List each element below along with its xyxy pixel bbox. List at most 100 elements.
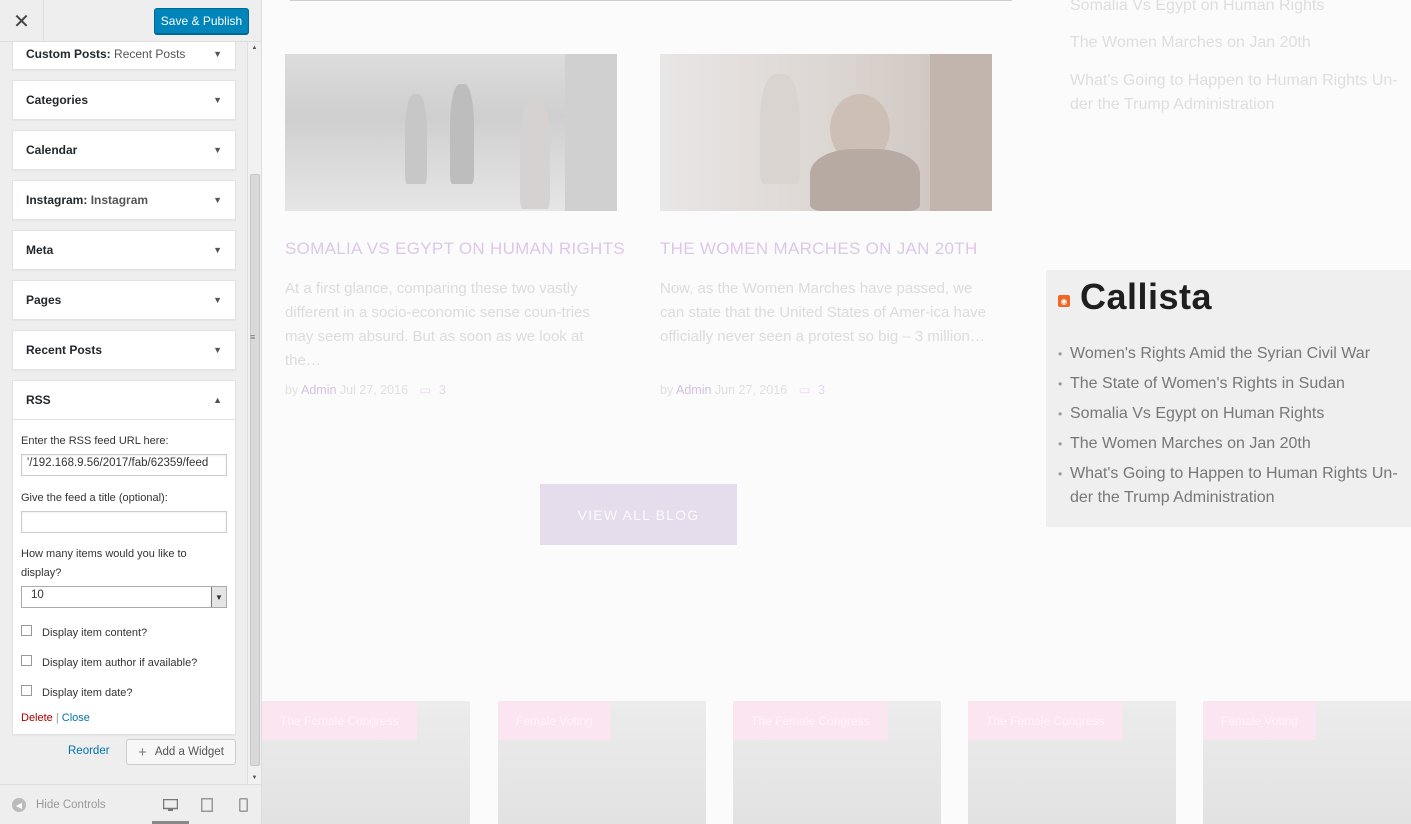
widget-pages[interactable]: Pages ▼ <box>12 280 236 320</box>
dropdown-arrow-icon[interactable]: ▼ <box>211 587 226 607</box>
post-date: Jul 27, 2016 <box>339 383 409 397</box>
customizer-footer: ◀ Hide Controls <box>0 784 261 824</box>
expand-arrow-icon[interactable]: ▼ <box>213 49 222 59</box>
widget-list[interactable]: Custom Posts: Recent Posts ▼ Categories ▼… <box>0 42 247 784</box>
post-date: Jun 27, 2016 <box>714 383 788 397</box>
scroll-up-arrow-icon[interactable]: ▲ <box>248 42 261 54</box>
link-separator: | <box>55 712 59 724</box>
customizer-header: ✕ Save & Publish <box>0 0 261 42</box>
rss-feed-item: • Somalia Vs Egypt on Human Rights <box>1058 405 1325 422</box>
collapse-arrow-icon: ◀ <box>12 798 26 812</box>
rss-feed-item: • What's Going to Happen to Human Rights … <box>1058 465 1398 506</box>
widget-action-links: Delete | Close <box>21 712 227 724</box>
expand-arrow-icon[interactable]: ▼ <box>213 295 222 305</box>
widget-recent-posts[interactable]: Recent Posts ▼ <box>12 330 236 370</box>
post-title[interactable]: Somalia Vs Egypt on Human Rights <box>285 239 625 259</box>
expand-arrow-icon[interactable]: ▼ <box>213 95 222 105</box>
display-author-label: Display item author if available? <box>42 657 198 669</box>
expand-arrow-icon[interactable]: ▼ <box>213 245 222 255</box>
feed-title-label: Give the feed a title (optional): <box>21 492 168 504</box>
post-image-women-marches[interactable] <box>660 54 992 211</box>
expand-arrow-icon[interactable]: ▼ <box>213 345 222 355</box>
rss-url-label: Enter the RSS feed URL here: <box>21 435 169 447</box>
widget-title: RSS <box>26 393 51 407</box>
post-excerpt: Now, as the Women Marches have passed, w… <box>660 280 987 345</box>
scrollbar-grip-icon: ≡ <box>250 332 256 342</box>
customizer-sidebar: ✕ Save & Publish Custom Posts: Recent Po… <box>0 0 262 824</box>
gallery-tag: The Female Congress <box>968 701 1123 740</box>
display-author-row[interactable]: Display item author if available? <box>21 648 227 678</box>
recent-post-link[interactable]: The Women Marches on Jan 20th <box>1070 31 1405 55</box>
display-author-checkbox[interactable] <box>21 654 32 666</box>
comment-icon: ▭ <box>798 383 811 397</box>
desktop-preview-icon[interactable] <box>162 797 178 813</box>
widget-title: Recent Posts <box>26 343 103 357</box>
items-count-select[interactable]: 10 ▼ <box>21 586 227 608</box>
gallery-item[interactable]: The Female Congress <box>733 701 941 824</box>
gallery-item[interactable]: The Female Congress <box>262 701 470 824</box>
gallery-tag: Female Voting <box>1203 701 1316 740</box>
comment-icon: ▭ <box>419 383 432 397</box>
rss-feed-item: • The Women Marches on Jan 20th <box>1058 435 1311 452</box>
widget-title: Calendar <box>26 143 78 157</box>
gallery-item[interactable]: The Female Congress <box>968 701 1176 824</box>
display-content-checkbox[interactable] <box>21 624 32 636</box>
feed-title-input[interactable] <box>21 511 227 533</box>
rss-url-input[interactable]: '/192.168.9.56/2017/fab/62359/feed <box>21 454 227 476</box>
expand-arrow-icon[interactable]: ▼ <box>213 195 222 205</box>
save-publish-button[interactable]: Save & Publish <box>154 8 249 34</box>
display-date-checkbox[interactable] <box>21 684 32 696</box>
site-preview[interactable]: Somalia Vs Egypt on Human Rights The Wom… <box>262 0 1411 824</box>
hide-controls-button[interactable]: ◀ Hide Controls <box>12 798 106 812</box>
post-meta: by Admin Jun 27, 2016 ▭ 3 <box>660 383 825 397</box>
widget-title: Meta <box>26 243 54 257</box>
mobile-preview-icon[interactable] <box>235 797 251 813</box>
comment-count[interactable]: 3 <box>439 383 446 397</box>
comment-count[interactable]: 3 <box>818 383 825 397</box>
post-title[interactable]: The Women Marches on Jan 20th <box>660 239 978 259</box>
widget-title: Pages <box>26 293 62 307</box>
collapse-arrow-icon[interactable]: ▲ <box>213 395 222 405</box>
widget-categories[interactable]: Categories ▼ <box>12 80 236 120</box>
widget-title: Categories <box>26 93 89 107</box>
delete-widget-link[interactable]: Delete <box>21 712 53 724</box>
items-count-label: How many items would you like to display… <box>21 548 187 579</box>
rss-feed-item: • The State of Women's Rights in Sudan <box>1058 375 1345 392</box>
widget-meta[interactable]: Meta ▼ <box>12 230 236 270</box>
section-divider <box>290 0 1012 1</box>
display-date-row[interactable]: Display item date? <box>21 678 227 708</box>
post-image-somalia[interactable] <box>285 54 617 211</box>
widget-rss[interactable]: RSS ▲ Enter the RSS feed URL here: '/192.… <box>12 380 236 735</box>
expand-arrow-icon[interactable]: ▼ <box>213 145 222 155</box>
view-all-blog-button[interactable]: VIEW ALL BLOG <box>540 484 737 545</box>
hide-controls-label: Hide Controls <box>36 799 106 811</box>
display-content-row[interactable]: Display item content? <box>21 618 227 648</box>
display-date-label: Display item date? <box>42 687 133 699</box>
gallery-tag: The Female Congress <box>262 701 417 740</box>
scrollbar-thumb[interactable] <box>250 174 260 766</box>
post-author-link[interactable]: Admin <box>676 383 711 397</box>
plus-icon: + <box>138 743 147 761</box>
rss-widget-title[interactable]: Callista <box>1080 276 1212 318</box>
widget-title: Instagram: Instagram <box>26 193 149 207</box>
rss-widget-form: Enter the RSS feed URL here: '/192.168.9… <box>13 419 235 734</box>
rss-feed-icon[interactable]: ◉ <box>1058 295 1070 307</box>
items-count-value: 10 <box>31 589 44 601</box>
scroll-down-arrow-icon[interactable]: ▼ <box>248 772 261 784</box>
post-meta: by Admin Jul 27, 2016 ▭ 3 <box>285 383 446 397</box>
post-author-link[interactable]: Admin <box>301 383 336 397</box>
gallery-item[interactable]: Female Voting <box>1203 701 1411 824</box>
recent-post-link[interactable]: What's Going to Happen to Human Rights U… <box>1070 69 1405 117</box>
add-widget-button[interactable]: + Add a Widget <box>126 739 236 765</box>
gallery-item[interactable]: Female Voting <box>498 701 706 824</box>
widget-calendar[interactable]: Calendar ▼ <box>12 130 236 170</box>
reorder-link[interactable]: Reorder <box>68 745 110 757</box>
sidebar-scrollbar[interactable]: ▲ ≡ ▼ <box>247 42 261 784</box>
tablet-preview-icon[interactable] <box>199 797 215 813</box>
close-widget-link[interactable]: Close <box>62 712 90 724</box>
widget-instagram[interactable]: Instagram: Instagram ▼ <box>12 180 236 220</box>
rss-feed-item: • Women's Rights Amid the Syrian Civil Wa… <box>1058 345 1371 362</box>
close-customizer-button[interactable]: ✕ <box>0 0 44 42</box>
widget-custom-posts[interactable]: Custom Posts: Recent Posts ▼ <box>12 42 236 70</box>
recent-post-link[interactable]: Somalia Vs Egypt on Human Rights <box>1070 0 1405 18</box>
